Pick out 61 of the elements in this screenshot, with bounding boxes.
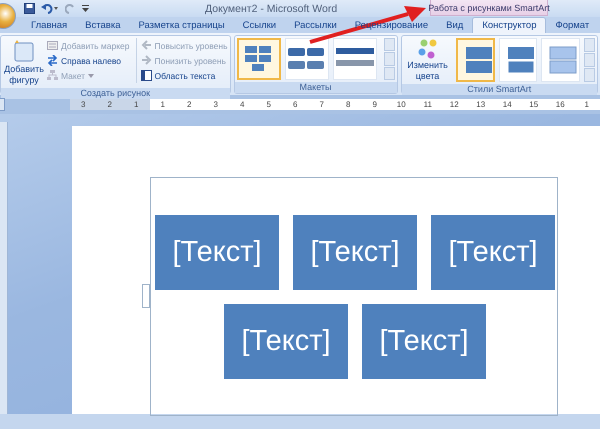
ruler-number: 15: [528, 100, 540, 109]
ribbon-tab[interactable]: Ссылки: [234, 18, 286, 33]
text-pane-handle[interactable]: [142, 284, 150, 308]
ruler-number: 3: [80, 100, 86, 109]
save-icon[interactable]: [24, 3, 35, 14]
left-arrow-icon: [140, 40, 152, 51]
ribbon-tab[interactable]: Разметка страницы: [129, 18, 234, 33]
ribbon-tab[interactable]: Главная: [22, 18, 76, 33]
ribbon-tab[interactable]: Вставка: [76, 18, 130, 33]
ruler-number: 14: [502, 100, 513, 109]
ruler-number: 1: [160, 100, 166, 109]
group-label: Макеты: [234, 82, 397, 93]
ruler-number: 1: [133, 100, 140, 109]
ruler-number: 6: [292, 100, 298, 109]
ruler-number: 7: [318, 100, 325, 109]
window-title: Документ2 - Microsoft Word: [205, 3, 338, 15]
group-label: Стили SmartArt: [402, 84, 597, 95]
undo-icon[interactable]: [41, 3, 59, 14]
ribbon-tab[interactable]: Вид: [437, 18, 472, 33]
ruler-number: 11: [422, 100, 433, 109]
text-shape[interactable]: [Текст]: [362, 304, 486, 379]
change-colors-button[interactable]: Изменить цвета: [404, 38, 452, 82]
pane-icon: [140, 70, 152, 81]
ruler-number: 3: [212, 100, 219, 109]
ribbon-tab[interactable]: Конструктор: [472, 17, 546, 33]
ruler-number: 2: [186, 100, 192, 109]
text-shape[interactable]: [Текст]: [155, 215, 279, 290]
text-shape[interactable]: [Текст]: [293, 215, 417, 290]
style-thumbnail[interactable]: [541, 38, 580, 82]
ruler-number: 8: [345, 100, 352, 109]
ruler-number: 4: [239, 100, 246, 109]
command-button[interactable]: Область текста: [140, 68, 228, 83]
layout-thumbnail[interactable]: [236, 38, 281, 80]
hierarchy-icon: [47, 70, 58, 81]
style-thumbnail[interactable]: [456, 38, 495, 82]
ruler-number: 12: [448, 100, 460, 109]
customize-icon[interactable]: [82, 4, 89, 13]
ruler-number: 16: [554, 100, 566, 109]
ruler-number: 2: [106, 100, 113, 109]
contextual-tab-header: Работа с рисунками SmartArt: [430, 0, 548, 16]
ribbon-tab[interactable]: Формат: [546, 18, 598, 33]
ruler-number: 13: [475, 100, 486, 109]
text-shape[interactable]: [Текст]: [224, 304, 348, 379]
redo-icon[interactable]: [65, 3, 76, 14]
caret-icon: [88, 74, 94, 78]
ruler-number: 10: [396, 100, 407, 109]
ribbon-tab[interactable]: Рассылки: [285, 18, 346, 33]
ruler-number: 5: [266, 100, 272, 109]
command-button[interactable]: Справа налево: [47, 53, 130, 68]
style-thumbnail[interactable]: [498, 38, 538, 82]
ruler-number: 1: [584, 100, 590, 109]
ruler-number: 9: [372, 100, 378, 109]
layout-thumbnail[interactable]: [284, 38, 329, 80]
layout-thumbnail[interactable]: [332, 38, 377, 80]
group-label: Создать рисунок: [1, 88, 230, 99]
right-arrow-icon: [140, 55, 152, 66]
swap-arrows-icon: [47, 55, 58, 66]
list-icon: [47, 40, 58, 51]
add-shape-button[interactable]: Добавить фигуру: [3, 38, 45, 86]
text-shape[interactable]: [Текст]: [431, 215, 555, 290]
shape-icon: [13, 40, 35, 62]
